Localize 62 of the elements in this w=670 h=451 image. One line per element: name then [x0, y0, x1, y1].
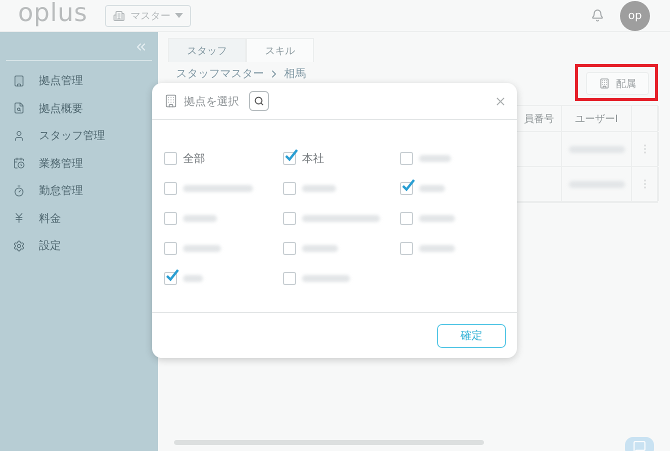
close-button[interactable]: [494, 94, 507, 108]
checkbox[interactable]: [400, 212, 413, 224]
checkbox[interactable]: [283, 212, 296, 224]
checkbox[interactable]: [283, 272, 296, 284]
confirm-button[interactable]: 確定: [437, 324, 506, 348]
breadcrumb-item[interactable]: スタッフマスター: [176, 66, 264, 81]
search-icon: [254, 96, 264, 106]
document-search-icon: [13, 102, 25, 114]
blurred-text: [302, 184, 336, 192]
sidebar-item[interactable]: 拠点概要: [6, 94, 152, 122]
blurred-text: [183, 214, 217, 222]
search-button[interactable]: [249, 91, 269, 111]
sidebar-item[interactable]: 拠点管理: [6, 67, 152, 94]
building-icon: [13, 74, 25, 87]
blurred-text: [419, 184, 445, 192]
blurred-text: [302, 274, 350, 282]
checkbox[interactable]: [164, 182, 177, 194]
blurred-text: [419, 244, 455, 252]
checkbox[interactable]: [164, 152, 177, 164]
blurred-text: [183, 274, 203, 282]
blurred-text: [419, 214, 455, 222]
column-header: ユーザーI: [562, 106, 632, 131]
checkbox[interactable]: [164, 272, 177, 284]
master-dropdown[interactable]: マスター: [105, 4, 192, 26]
checkbox[interactable]: [283, 242, 296, 254]
avatar[interactable]: op: [620, 0, 650, 30]
chat-button[interactable]: [625, 437, 654, 451]
sidebar-item[interactable]: スタッフ管理: [6, 122, 152, 150]
blurred-text: [183, 244, 221, 252]
blurred-text: [302, 244, 338, 252]
option-label: 本社: [302, 150, 324, 166]
checkbox[interactable]: [400, 182, 413, 194]
notification-icon[interactable]: [591, 9, 604, 22]
checkbox[interactable]: [400, 152, 413, 164]
checkbox[interactable]: [283, 182, 296, 194]
calendar-icon: [13, 157, 25, 170]
checkbox[interactable]: [164, 242, 177, 254]
blurred-text: [183, 184, 253, 192]
timer-icon: [13, 184, 25, 197]
tab[interactable]: スタッフ: [168, 38, 246, 62]
settings-icon: [13, 240, 25, 252]
sidebar-item[interactable]: 料金: [6, 204, 152, 232]
logo: oplus: [18, 0, 88, 24]
chat-icon: [633, 440, 646, 451]
option-label: 全部: [183, 150, 205, 166]
yen-icon: [13, 212, 25, 224]
sidebar-item[interactable]: 業務管理: [6, 150, 152, 177]
assign-button[interactable]: 配属: [586, 72, 649, 95]
checkbox[interactable]: [164, 212, 177, 224]
building-icon: [164, 94, 178, 108]
sidebar-item[interactable]: 勤怠管理: [6, 177, 152, 204]
sidebar-item[interactable]: 設定: [6, 232, 152, 260]
user-icon: [13, 130, 25, 142]
breadcrumb-item: 相馬: [284, 66, 306, 81]
blurred-text: [419, 154, 451, 162]
checkbox[interactable]: [283, 152, 296, 164]
checkbox[interactable]: [400, 242, 413, 254]
scrollbar[interactable]: [174, 440, 484, 445]
building-icon: [113, 10, 126, 22]
tab[interactable]: スキル: [246, 38, 314, 62]
dialog-title: 拠点を選択: [184, 94, 239, 108]
building-icon: [599, 78, 610, 89]
